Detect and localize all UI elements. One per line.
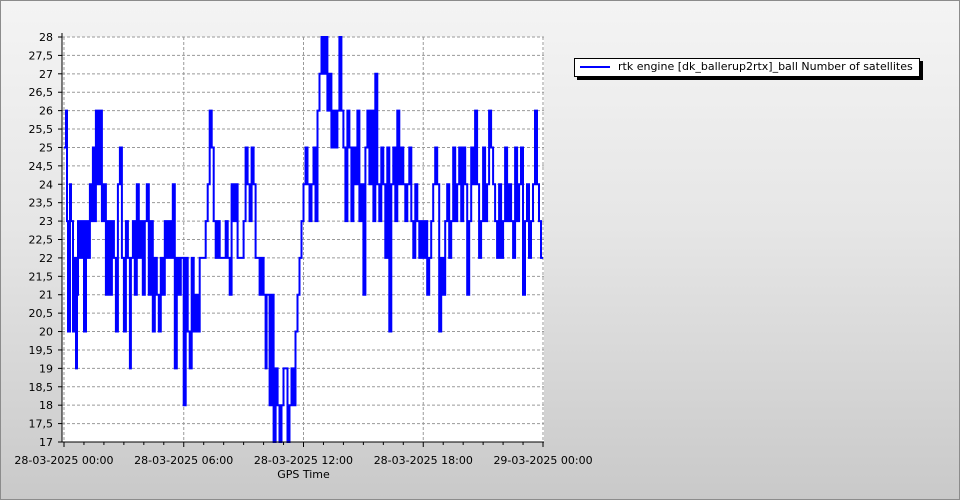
y-tick-label: 21,5 (29, 270, 54, 283)
x-tick-label: 28-03-2025 06:00 (134, 454, 233, 467)
y-tick-label: 23 (39, 215, 53, 228)
chart-window: 17 17,5 18 18,5 19 19,5 20 20,5 21 21,5 22 22,5 23 23… (0, 0, 960, 500)
legend-line-swatch (580, 66, 610, 68)
y-tick-label: 22 (39, 252, 53, 265)
y-tick-label: 24 (39, 178, 53, 191)
y-tick-label: 19,5 (29, 344, 54, 357)
legend-series-label: rtk engine [dk_ballerup2rtx]_ball Number… (618, 60, 913, 73)
y-tick-label: 19 (39, 362, 53, 375)
y-tick-label: 21 (39, 289, 53, 302)
y-tick-label: 17 (39, 436, 53, 449)
y-tick-label: 27,5 (29, 49, 54, 62)
y-tick-label: 25 (39, 141, 53, 154)
y-tick-label: 26 (39, 105, 53, 118)
y-tick-label: 26,5 (29, 86, 54, 99)
x-tick-label: 28-03-2025 18:00 (374, 454, 473, 467)
y-tick-label: 27 (39, 68, 53, 81)
legend: rtk engine [dk_ballerup2rtx]_ball Number… (574, 58, 920, 77)
y-tick-label: 23,5 (29, 197, 54, 210)
y-axis-ticks: 17 17,5 18 18,5 19 19,5 20 20,5 21 21,5 22 22,5 23 23… (29, 31, 62, 449)
y-tick-label: 20 (39, 326, 53, 339)
x-tick-label: 29-03-2025 00:00 (493, 454, 592, 467)
y-tick-label: 18,5 (29, 381, 54, 394)
y-tick-label: 20,5 (29, 307, 54, 320)
y-tick-label: 28 (39, 31, 53, 44)
y-tick-label: 22,5 (29, 234, 54, 247)
x-axis-title: GPS Time (277, 468, 330, 481)
y-tick-label: 24,5 (29, 160, 54, 173)
x-axis-ticks: 28-03-2025 00:00 28-03-2025 06:00 28-03-20… (14, 442, 593, 467)
x-tick-label: 28-03-2025 12:00 (254, 454, 353, 467)
y-tick-label: 17,5 (29, 418, 54, 431)
y-tick-label: 18 (39, 399, 53, 412)
x-tick-label: 28-03-2025 00:00 (14, 454, 113, 467)
y-tick-label: 25,5 (29, 123, 54, 136)
